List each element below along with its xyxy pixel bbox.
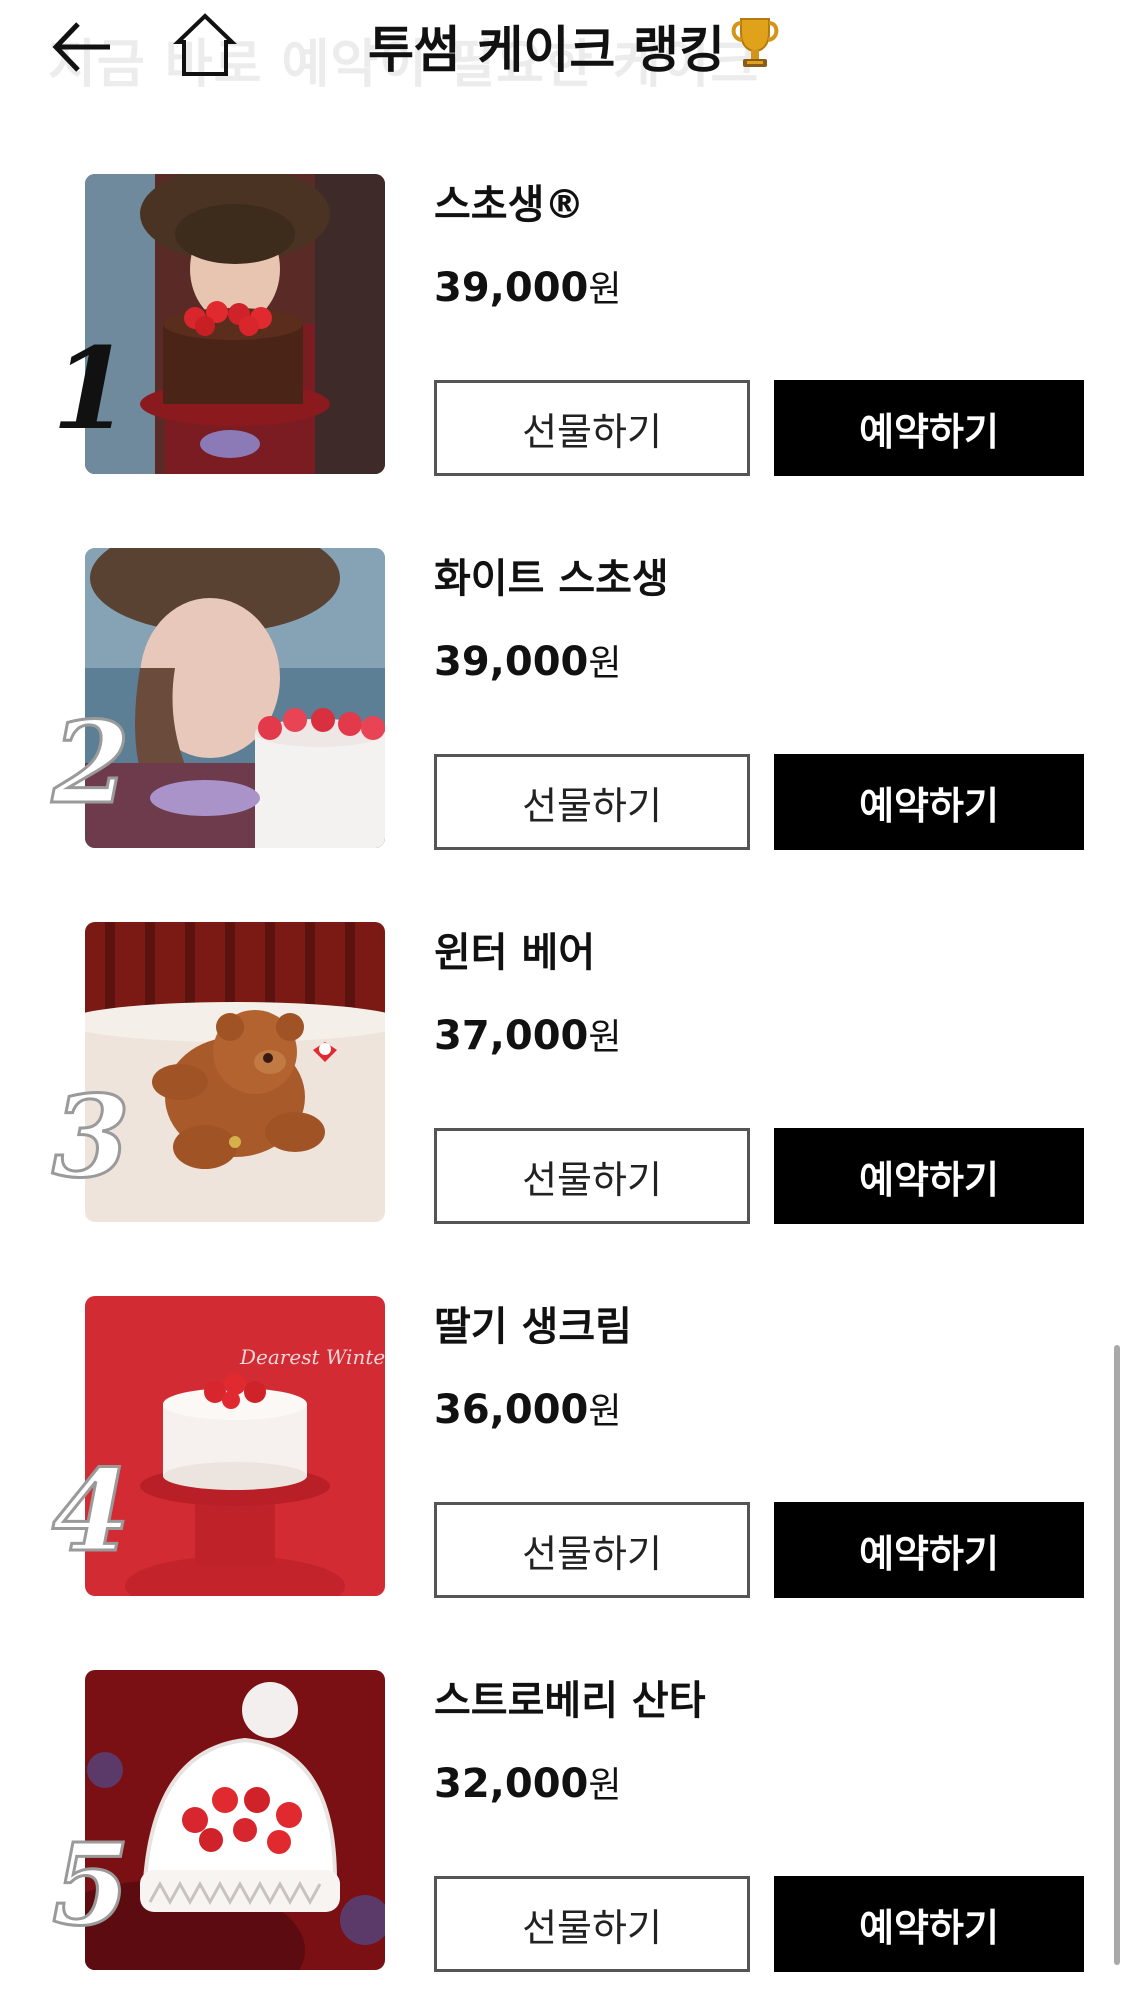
- currency-unit: 원: [588, 269, 622, 310]
- list-item: 3 윈터 베어 37,000원 선물하기 예약하기: [0, 920, 1125, 1224]
- product-price: 32,000원: [434, 1756, 621, 1808]
- product-name[interactable]: 스트로베리 산타: [434, 1668, 706, 1726]
- product-price: 39,000원: [434, 634, 621, 686]
- product-name[interactable]: 딸기 생크림: [434, 1294, 632, 1352]
- product-price: 39,000원: [434, 260, 621, 312]
- price-value: 39,000: [434, 265, 589, 311]
- back-arrow-icon[interactable]: [48, 12, 118, 82]
- top-bar: 지금 바로 예약이 필요한 케이크 투썸 케이크 랭킹: [0, 0, 1125, 110]
- price-value: 36,000: [434, 1387, 589, 1433]
- rank-number: 5: [51, 1820, 132, 1951]
- price-value: 37,000: [434, 1013, 589, 1059]
- rank-number: 1: [52, 324, 130, 455]
- rank-number: 2: [51, 698, 132, 829]
- gift-button[interactable]: 선물하기: [434, 1876, 750, 1972]
- santa-hat-cake-photo[interactable]: [85, 1670, 385, 1970]
- product-name[interactable]: 스초생®: [434, 172, 584, 230]
- product-price: 37,000원: [434, 1008, 621, 1060]
- page-title: 투썸 케이크 랭킹: [368, 10, 783, 85]
- reserve-button[interactable]: 예약하기: [774, 1502, 1084, 1598]
- strawberry-chocolate-cake-photo[interactable]: [85, 174, 385, 474]
- list-item: 1 스초생® 39,000원 선물하기 예약하기: [0, 172, 1125, 476]
- gift-button[interactable]: 선물하기: [434, 754, 750, 850]
- reserve-button[interactable]: 예약하기: [774, 1128, 1084, 1224]
- strawberry-cream-cake-photo[interactable]: Dearest Winter: [85, 1296, 385, 1596]
- gift-button[interactable]: 선물하기: [434, 1128, 750, 1224]
- reserve-button[interactable]: 예약하기: [774, 754, 1084, 850]
- list-item: Dearest Winter 4 딸기 생크림 36,000원 선물하기 예약하…: [0, 1294, 1125, 1598]
- page-title-text: 투썸 케이크 랭킹: [368, 21, 725, 79]
- bear-cake-photo[interactable]: [85, 922, 385, 1222]
- currency-unit: 원: [588, 643, 622, 684]
- rank-number: 4: [51, 1446, 132, 1577]
- product-name[interactable]: 화이트 스초생: [434, 546, 669, 604]
- currency-unit: 원: [588, 1391, 622, 1432]
- white-strawberry-cake-photo[interactable]: [85, 548, 385, 848]
- dearest-winter-label: Dearest Winter: [239, 1345, 385, 1369]
- list-item: 2 화이트 스초생 39,000원 선물하기 예약하기: [0, 546, 1125, 850]
- trophy-icon: [727, 15, 783, 85]
- product-price: 36,000원: [434, 1382, 621, 1434]
- currency-unit: 원: [588, 1017, 622, 1058]
- reserve-button[interactable]: 예약하기: [774, 380, 1084, 476]
- reserve-button[interactable]: 예약하기: [774, 1876, 1084, 1972]
- product-name[interactable]: 윈터 베어: [434, 920, 595, 978]
- price-value: 32,000: [434, 1761, 589, 1807]
- list-item: 5 스트로베리 산타 32,000원 선물하기 예약하기: [0, 1668, 1125, 1972]
- rank-number: 3: [51, 1072, 132, 1203]
- price-value: 39,000: [434, 639, 589, 685]
- vertical-scrollbar[interactable]: [1114, 1345, 1120, 1965]
- home-icon[interactable]: [172, 10, 238, 80]
- gift-button[interactable]: 선물하기: [434, 380, 750, 476]
- currency-unit: 원: [588, 1765, 622, 1806]
- gift-button[interactable]: 선물하기: [434, 1502, 750, 1598]
